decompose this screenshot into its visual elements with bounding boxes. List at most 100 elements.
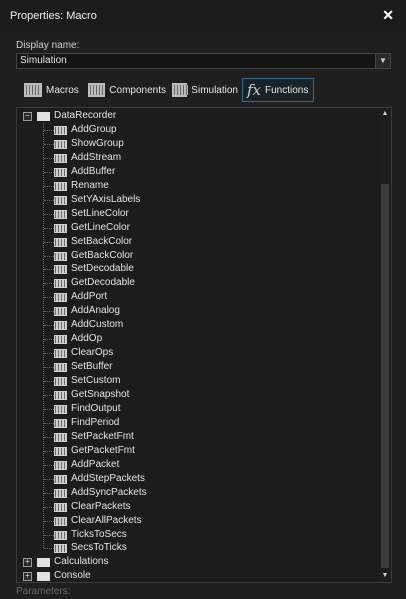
function-icon xyxy=(54,418,67,428)
function-icon xyxy=(54,363,67,373)
expand-icon[interactable]: + xyxy=(23,572,32,582)
function-tree[interactable]: − DataRecorder AddGroup ShowGroup AddStream A… xyxy=(16,107,392,583)
tree-node-label: AddOp xyxy=(71,333,103,345)
tree-node-function[interactable]: GetPacketFmt xyxy=(17,444,377,458)
tree-node-label: AddSyncPackets xyxy=(71,486,147,498)
tree-node-label: GetLineColor xyxy=(71,221,130,233)
tree-node-label: AddBuffer xyxy=(71,165,116,177)
tree-node-function[interactable]: AddPacket xyxy=(17,458,377,472)
tree-node-function[interactable]: ClearOps xyxy=(17,346,377,360)
tree-node-function[interactable]: GetLineColor xyxy=(17,221,377,235)
tab-components[interactable]: Components xyxy=(88,78,166,102)
tree-connector-line xyxy=(44,241,54,243)
tree-node-function[interactable]: AddPort xyxy=(17,290,377,304)
tree-connector-line xyxy=(44,297,54,299)
tree-connector-line xyxy=(44,436,54,438)
function-icon xyxy=(54,293,67,303)
display-name-dropdown-button[interactable]: ▼ xyxy=(375,53,391,69)
function-icon xyxy=(54,195,67,205)
tree-node-label: AddPort xyxy=(71,291,108,303)
tree-node-function[interactable]: ClearPackets xyxy=(17,500,377,514)
tree-connector-line xyxy=(44,339,54,341)
tree-node-function[interactable]: SecsToTicks xyxy=(17,541,377,555)
tree-node-label: GetBackColor xyxy=(71,249,134,261)
tree-node-function[interactable]: SetLineColor xyxy=(17,207,377,221)
tree-node-function[interactable]: SetBuffer xyxy=(17,360,377,374)
tree-connector-line xyxy=(44,269,54,271)
tree-node-group[interactable]: + Console xyxy=(17,569,377,582)
tree-node-function[interactable]: TicksToSecs xyxy=(17,528,377,542)
function-icon xyxy=(54,404,67,414)
tree-connector-line xyxy=(44,422,54,424)
tree-node-label: SecsToTicks xyxy=(71,542,127,554)
tree-connector-line xyxy=(44,408,54,410)
tree-scrollbar[interactable]: ▲ ▼ xyxy=(379,108,391,582)
tree-connector-line xyxy=(44,171,54,173)
tree-connector-line xyxy=(44,450,54,452)
function-icon xyxy=(54,377,67,387)
tab-label: Components xyxy=(109,84,166,96)
tree-node-function[interactable]: AddGroup xyxy=(17,123,377,137)
tree-node-function[interactable]: SetCustom xyxy=(17,374,377,388)
tree-node-label: SetBackColor xyxy=(71,235,133,247)
display-name-field[interactable]: Simulation xyxy=(16,53,377,69)
tree-node-function[interactable]: AddStream xyxy=(17,151,377,165)
tree-node-function[interactable]: ShowGroup xyxy=(17,137,377,151)
function-icon xyxy=(54,446,67,456)
tree-node-label: SetBuffer xyxy=(71,361,113,373)
scroll-down-icon[interactable]: ▼ xyxy=(379,570,391,582)
tab-functions[interactable]: fx Functions xyxy=(242,78,314,102)
tab-macros[interactable]: Macros xyxy=(24,78,82,102)
tree-node-function[interactable]: SetBackColor xyxy=(17,235,377,249)
tree-node-label: FindPeriod xyxy=(71,416,120,428)
tree-node-function[interactable]: GetSnapshot xyxy=(17,388,377,402)
tree-node-function[interactable]: ClearAllPackets xyxy=(17,514,377,528)
tree-node-function[interactable]: GetBackColor xyxy=(17,249,377,263)
tree-node-label: FindOutput xyxy=(71,402,121,414)
tree-node-function[interactable]: FindOutput xyxy=(17,402,377,416)
tree-node-function[interactable]: AddCustom xyxy=(17,318,377,332)
tree-connector-line xyxy=(44,283,54,285)
function-icon xyxy=(54,432,67,442)
tab-label: Simulation xyxy=(191,84,238,96)
function-icon xyxy=(54,153,67,163)
scrollbar-thumb[interactable] xyxy=(381,184,389,568)
tree-node-function[interactable]: AddStepPackets xyxy=(17,472,377,486)
tree-node-function[interactable]: SetYAxisLabels xyxy=(17,193,377,207)
tree-node-function[interactable]: Rename xyxy=(17,179,377,193)
tree-node-function[interactable]: SetPacketFmt xyxy=(17,430,377,444)
folder-icon xyxy=(37,572,50,582)
tree-node-label: ClearOps xyxy=(71,347,114,359)
function-icon xyxy=(54,125,67,135)
tree-node-function[interactable]: FindPeriod xyxy=(17,416,377,430)
chevron-down-icon: ▼ xyxy=(379,56,387,65)
close-icon[interactable]: ✕ xyxy=(382,7,394,24)
tree-node-function[interactable]: AddSyncPackets xyxy=(17,486,377,500)
tree-node-group[interactable]: + Calculations xyxy=(17,555,377,569)
tree-node-function[interactable]: AddBuffer xyxy=(17,165,377,179)
tree-node-label: ClearAllPackets xyxy=(71,514,142,526)
tree-node-function[interactable]: AddAnalog xyxy=(17,304,377,318)
function-icon xyxy=(54,265,67,275)
tree-node-label: ClearPackets xyxy=(71,500,131,512)
tree-node-function[interactable]: SetDecodable xyxy=(17,262,377,276)
expand-icon[interactable]: + xyxy=(23,558,32,568)
function-icon xyxy=(54,391,67,400)
tree-connector-line xyxy=(44,548,54,550)
tree-node-group[interactable]: − DataRecorder xyxy=(17,109,377,123)
tab-label: Macros xyxy=(46,84,79,96)
tree-connector-line xyxy=(44,492,54,494)
scroll-up-icon[interactable]: ▲ xyxy=(379,108,391,120)
tree-node-function[interactable]: AddOp xyxy=(17,332,377,346)
tree-node-label: TicksToSecs xyxy=(71,528,127,540)
collapse-icon[interactable]: − xyxy=(23,112,32,121)
function-icon xyxy=(54,544,67,554)
tree-node-label: SetLineColor xyxy=(71,207,129,219)
tree-node-label: AddPacket xyxy=(71,458,120,470)
parameters-label: Parameters: xyxy=(16,586,71,597)
tree-connector-line xyxy=(44,311,54,313)
tree-connector-line xyxy=(44,199,54,201)
tree-node-function[interactable]: GetDecodable xyxy=(17,276,377,290)
function-icon xyxy=(54,181,67,191)
tab-simulation[interactable]: Simulation xyxy=(172,78,238,102)
